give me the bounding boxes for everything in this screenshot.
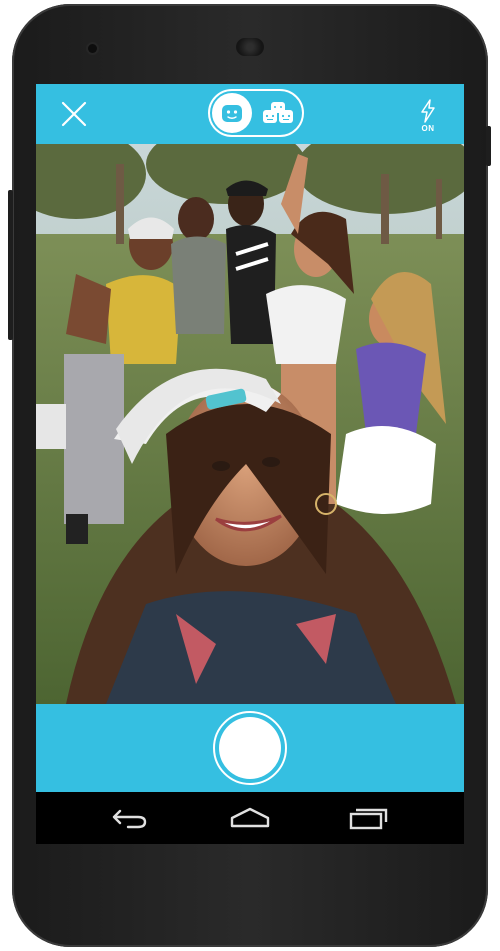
shutter-button[interactable] xyxy=(213,711,287,785)
selfie-photo xyxy=(36,144,464,704)
phone-screen: ON xyxy=(36,84,464,844)
close-icon xyxy=(61,101,87,127)
front-camera xyxy=(88,44,97,53)
camera-top-bar: ON xyxy=(36,84,464,144)
back-icon xyxy=(112,809,147,829)
home-button[interactable] xyxy=(228,802,272,834)
back-button[interactable] xyxy=(108,802,152,834)
recents-icon xyxy=(349,808,388,830)
mode-group[interactable] xyxy=(262,99,294,127)
flash-button[interactable]: ON xyxy=(410,94,446,138)
volume-button xyxy=(8,190,13,340)
shutter-inner xyxy=(219,717,281,779)
camera-bottom-bar xyxy=(36,704,464,792)
single-robot-icon xyxy=(222,105,242,122)
mode-toggle[interactable] xyxy=(208,89,304,137)
flash-icon xyxy=(421,99,435,123)
home-icon xyxy=(230,807,270,828)
flash-status-label: ON xyxy=(421,124,435,133)
camera-preview xyxy=(36,144,464,704)
system-nav-bar xyxy=(36,792,464,844)
recents-button[interactable] xyxy=(347,802,391,834)
group-robots-icon xyxy=(263,102,293,123)
earpiece-speaker xyxy=(236,38,264,56)
close-button[interactable] xyxy=(58,98,90,130)
power-button xyxy=(486,126,491,166)
mode-single[interactable] xyxy=(212,93,252,133)
